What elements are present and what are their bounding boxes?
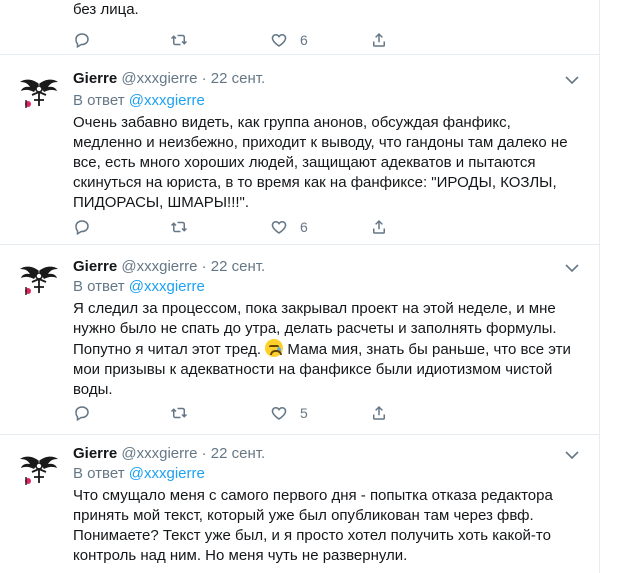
- reply-context: В ответ @xxxgierre: [73, 92, 205, 109]
- heart-icon: [270, 218, 288, 236]
- tweet-header: Gierre @xxxgierre · 22 сент.: [73, 445, 265, 462]
- reply-mention-link[interactable]: @xxxgierre: [129, 92, 205, 109]
- tweet-partial[interactable]: без лица. 6: [0, 0, 599, 55]
- retweet-icon: [170, 218, 188, 236]
- tweet[interactable]: Gierre @xxxgierre · 22 сент. В ответ @xx…: [0, 245, 599, 435]
- heart-icon: [270, 404, 288, 422]
- like-count: 6: [300, 219, 308, 235]
- like-button[interactable]: 5: [270, 403, 308, 423]
- reply-mention-link[interactable]: @xxxgierre: [129, 465, 205, 482]
- author-name[interactable]: Gierre: [73, 445, 117, 462]
- retweet-button[interactable]: [170, 217, 188, 237]
- share-icon: [370, 218, 388, 236]
- reply-icon: [73, 31, 91, 49]
- tweet-actions: 5: [73, 403, 413, 423]
- retweet-icon: [170, 404, 188, 422]
- reply-prefix: В ответ: [73, 278, 125, 295]
- crying-face-emoji-icon: [265, 339, 284, 357]
- tweet-actions: 6: [73, 30, 413, 50]
- share-icon: [370, 31, 388, 49]
- share-button[interactable]: [370, 403, 388, 423]
- author-handle[interactable]: @xxxgierre: [121, 70, 197, 87]
- tweet-date[interactable]: 22 сент.: [211, 70, 265, 87]
- avatar[interactable]: [16, 70, 62, 116]
- tweet-header: Gierre @xxxgierre · 22 сент.: [73, 70, 265, 87]
- tweet[interactable]: Gierre @xxxgierre · 22 сент. В ответ @xx…: [0, 435, 600, 573]
- tweet-text: Очень забавно видеть, как группа анонов,…: [73, 114, 568, 211]
- chevron-down-icon[interactable]: [564, 449, 580, 461]
- tweet-date[interactable]: 22 сент.: [211, 445, 265, 462]
- author-handle[interactable]: @xxxgierre: [121, 445, 197, 462]
- like-button[interactable]: 6: [270, 30, 308, 50]
- share-icon: [370, 404, 388, 422]
- separator-dot: ·: [201, 70, 207, 87]
- separator-dot: ·: [201, 445, 207, 462]
- tweet[interactable]: Gierre @xxxgierre · 22 сент. В ответ @xx…: [0, 55, 599, 245]
- reply-context: В ответ @xxxgierre: [73, 465, 205, 482]
- like-count: 5: [300, 405, 308, 421]
- like-count: 6: [300, 32, 308, 48]
- retweet-icon: [170, 31, 188, 49]
- chevron-down-icon[interactable]: [564, 262, 580, 274]
- tweet-actions: 6: [73, 217, 413, 237]
- share-button[interactable]: [370, 30, 388, 50]
- reply-icon: [73, 404, 91, 422]
- reply-prefix: В ответ: [73, 465, 125, 482]
- author-name[interactable]: Gierre: [73, 258, 117, 275]
- author-handle[interactable]: @xxxgierre: [121, 258, 197, 275]
- like-button[interactable]: 6: [270, 217, 308, 237]
- tweet-text: без лица.: [73, 1, 139, 18]
- retweet-button[interactable]: [170, 30, 188, 50]
- chevron-down-icon[interactable]: [564, 74, 580, 86]
- reply-prefix: В ответ: [73, 92, 125, 109]
- tweet-date[interactable]: 22 сент.: [211, 258, 265, 275]
- author-name[interactable]: Gierre: [73, 70, 117, 87]
- tweet-header: Gierre @xxxgierre · 22 сент.: [73, 258, 265, 275]
- avatar[interactable]: [16, 257, 62, 303]
- heart-icon: [270, 31, 288, 49]
- reply-mention-link[interactable]: @xxxgierre: [129, 278, 205, 295]
- tweet-text: Я следил за процессом, пока закрывал про…: [73, 299, 573, 400]
- reply-icon: [73, 218, 91, 236]
- separator-dot: ·: [201, 258, 207, 275]
- tweet-text: Что смущало меня с самого первого дня - …: [73, 487, 553, 564]
- timeline: без лица. 6 Gierre @xxxgierre · 22 сент.…: [0, 0, 600, 573]
- reply-button[interactable]: [73, 30, 91, 50]
- reply-button[interactable]: [73, 217, 91, 237]
- scrollbar[interactable]: [600, 0, 617, 573]
- avatar[interactable]: [16, 447, 62, 493]
- reply-context: В ответ @xxxgierre: [73, 278, 205, 295]
- share-button[interactable]: [370, 217, 388, 237]
- reply-button[interactable]: [73, 403, 91, 423]
- retweet-button[interactable]: [170, 403, 188, 423]
